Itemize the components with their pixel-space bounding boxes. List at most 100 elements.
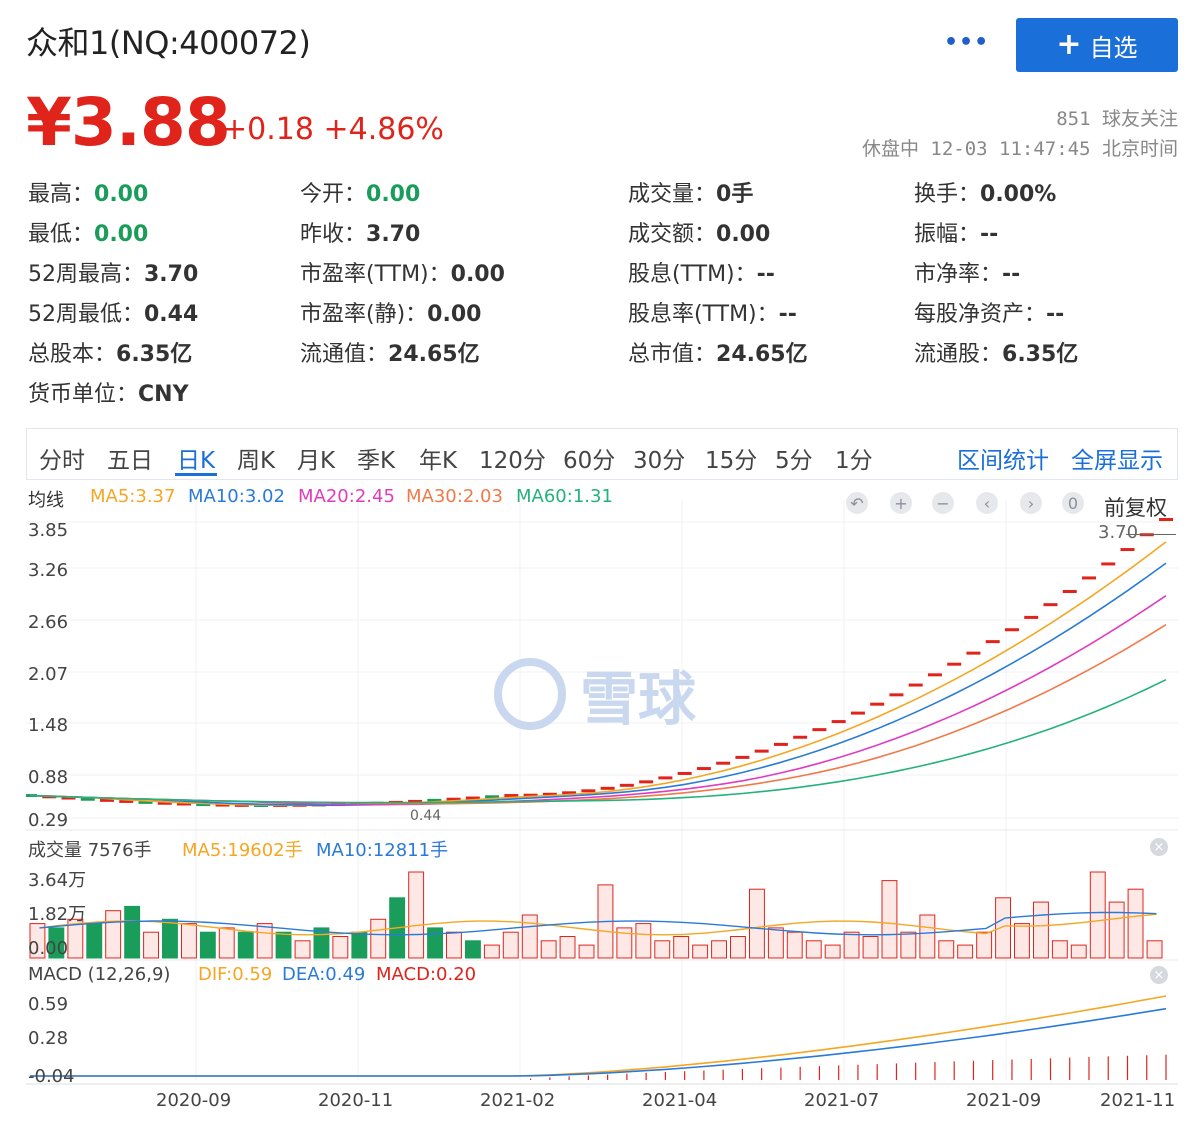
volume-bar xyxy=(919,914,936,959)
stat-label: 昨收： xyxy=(300,222,367,247)
reset-icon[interactable]: 0 xyxy=(1062,492,1084,514)
current-price: ¥3.88 xyxy=(26,84,231,161)
candle xyxy=(1004,628,1019,632)
volume-bar xyxy=(181,923,197,959)
candle xyxy=(812,728,827,732)
volume-bar xyxy=(521,914,538,959)
tab-11[interactable]: 5分 xyxy=(775,441,813,475)
volume-bar xyxy=(1014,923,1030,959)
stat-label: 最低： xyxy=(28,222,95,247)
stat-label: 货币单位： xyxy=(28,382,139,407)
stat-label: 总市值： xyxy=(628,342,717,367)
tab-0[interactable]: 分时 xyxy=(39,441,85,475)
scroll-right-icon[interactable]: › xyxy=(1020,492,1042,514)
candle xyxy=(619,783,634,787)
stat-item: 股息(TTM)：-- xyxy=(628,256,775,288)
range-stats-link[interactable]: 区间统计 xyxy=(957,441,1049,475)
kline-y-tick: 3.26 xyxy=(28,560,69,581)
kline-y-tick: 2.66 xyxy=(28,612,69,633)
volume-y-tick: 1.82万 xyxy=(28,904,87,925)
volume-bar xyxy=(1051,940,1068,959)
volume-bar xyxy=(483,944,500,959)
stat-label: 每股净资产： xyxy=(914,302,1047,327)
more-options-icon[interactable]: ••• xyxy=(944,30,989,55)
stat-label: 最高： xyxy=(28,182,95,207)
tab-9[interactable]: 30分 xyxy=(633,441,685,475)
tab-4[interactable]: 月K xyxy=(297,441,335,475)
stat-item: 昨收：3.70 xyxy=(300,216,420,248)
volume-bar xyxy=(957,944,974,959)
macd-y-tick: 0.28 xyxy=(28,1028,69,1049)
stat-label: 今开： xyxy=(300,182,367,207)
stat-value: -- xyxy=(778,302,797,327)
stat-label: 振幅： xyxy=(914,222,981,247)
volume-bar xyxy=(351,931,368,959)
zoom-out-icon[interactable]: − xyxy=(932,492,954,514)
stat-value: CNY xyxy=(138,382,189,407)
chart-area[interactable] xyxy=(23,480,1178,1130)
stat-label: 流通股： xyxy=(914,342,1003,367)
stat-value: 3.70 xyxy=(366,222,421,247)
kline-y-tick: 2.07 xyxy=(28,664,69,685)
scroll-left-icon[interactable]: ‹ xyxy=(976,492,998,514)
macd-value: DEA:0.49 xyxy=(282,964,366,985)
stat-value: 0.00 xyxy=(366,182,421,207)
candle xyxy=(600,786,615,790)
tab-3[interactable]: 周K xyxy=(237,441,275,475)
x-axis-tick: 2021-07 xyxy=(804,1090,880,1111)
macd-y-tick: -0.04 xyxy=(28,1066,75,1087)
stat-value: -- xyxy=(1002,262,1021,287)
volume-bar xyxy=(465,940,481,959)
volume-bar xyxy=(995,897,1011,959)
volume-bar xyxy=(824,944,841,959)
tab-6[interactable]: 年K xyxy=(419,441,457,475)
volume-bar xyxy=(1089,871,1106,959)
candle xyxy=(831,720,846,724)
stat-value: -- xyxy=(980,222,999,247)
volume-bar xyxy=(1070,944,1087,959)
candle xyxy=(1101,562,1116,566)
add-to-watchlist-button[interactable]: + 自选 xyxy=(1016,18,1178,72)
volume-bar xyxy=(237,931,254,959)
tab-1[interactable]: 五日 xyxy=(107,441,153,475)
followers-count[interactable]: 851 球友关注 xyxy=(1056,104,1178,131)
kline-y-tick: 3.85 xyxy=(28,520,69,541)
tab-7[interactable]: 120分 xyxy=(479,441,546,475)
stat-value: 24.65亿 xyxy=(388,342,480,367)
tab-10[interactable]: 15分 xyxy=(705,441,757,475)
macd-value: DIF:0.59 xyxy=(198,964,273,985)
stat-label: 52周最高： xyxy=(28,262,144,287)
close-volume-icon[interactable]: × xyxy=(1150,838,1168,856)
candle xyxy=(639,780,654,784)
x-axis-tick: 2021-04 xyxy=(642,1090,718,1111)
close-macd-icon[interactable]: × xyxy=(1150,966,1168,984)
x-axis-tick: 2021-02 xyxy=(480,1090,556,1111)
stat-label: 流通值： xyxy=(300,342,389,367)
stat-label: 股息率(TTM)： xyxy=(628,302,779,327)
candle xyxy=(1043,603,1058,607)
volume-bar xyxy=(976,931,993,959)
volume-bar xyxy=(711,940,727,959)
stock-title: 众和1(NQ:400072) xyxy=(26,24,311,62)
kline-y-tick: 1.48 xyxy=(28,715,69,736)
volume-bar xyxy=(900,931,917,959)
tab-5[interactable]: 季K xyxy=(357,441,395,475)
tab-12[interactable]: 1分 xyxy=(835,441,873,475)
stat-item: 流通股：6.35亿 xyxy=(914,336,1078,368)
candle xyxy=(716,761,731,765)
volume-bar xyxy=(143,931,159,959)
undo-icon[interactable]: ↶ xyxy=(846,492,868,514)
stat-label: 股息(TTM)： xyxy=(628,262,757,287)
candle xyxy=(947,662,962,666)
adjust-mode-button[interactable]: 前复权 xyxy=(1104,492,1167,522)
tab-2[interactable]: 日K xyxy=(177,441,215,475)
candle xyxy=(658,776,673,780)
tab-8[interactable]: 60分 xyxy=(563,441,615,475)
zoom-in-icon[interactable]: + xyxy=(890,492,912,514)
stat-item: 总市值：24.65亿 xyxy=(628,336,808,368)
volume-bar xyxy=(805,940,822,959)
kline-chart-svg[interactable] xyxy=(23,480,1178,1130)
candle xyxy=(850,711,865,715)
stat-value: 3.70 xyxy=(144,262,199,287)
fullscreen-link[interactable]: 全屏显示 xyxy=(1071,441,1163,475)
